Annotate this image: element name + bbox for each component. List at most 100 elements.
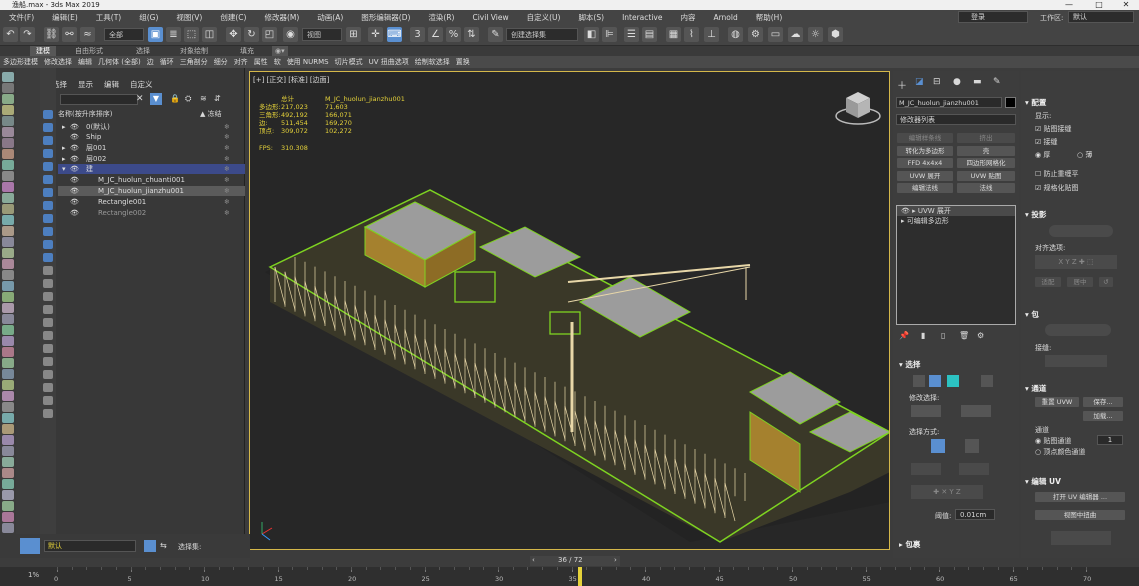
tool-icon-19[interactable] <box>2 281 14 291</box>
scene-explorer-icon[interactable]: ▤ <box>642 27 657 42</box>
menu-item-4[interactable]: 视图(V) <box>167 12 211 23</box>
modifier-button-5[interactable]: 四边形网格化 <box>957 158 1015 168</box>
tool-icon-38[interactable] <box>2 490 14 500</box>
render-online-icon[interactable]: ⬢ <box>828 27 843 42</box>
scene-tab-customize[interactable]: 自定义 <box>130 79 153 90</box>
time-slider-marker[interactable] <box>578 567 582 586</box>
thick-radio[interactable]: ◉ 厚 <box>1035 150 1050 160</box>
tool-icon-30[interactable] <box>2 402 14 412</box>
visibility-eye-icon[interactable]: 👁 <box>70 197 79 207</box>
tab-populate[interactable]: 填充 <box>240 46 254 56</box>
tool-icon-20[interactable] <box>2 292 14 302</box>
ribbon-item-9[interactable]: 属性 <box>251 57 271 67</box>
freeze-icon[interactable]: ❄ <box>224 143 230 153</box>
tool-icon-28[interactable] <box>2 380 14 390</box>
layer-dropdown[interactable]: 默认 <box>44 540 136 552</box>
tool-icon-3[interactable] <box>2 105 14 115</box>
unlink-icon[interactable]: ⚯ <box>62 27 77 42</box>
modifier-list-dropdown[interactable]: 修改器列表 <box>896 114 1016 125</box>
tool-icon-24[interactable] <box>2 336 14 346</box>
center-button[interactable]: 居中 <box>1067 277 1093 287</box>
viewport-label[interactable]: [+] [正交] [标准] [边面] <box>253 75 329 85</box>
scene-filter-icon-16[interactable] <box>43 318 53 327</box>
expand-arrow-icon[interactable]: ▾ <box>62 164 66 174</box>
tool-icon-18[interactable] <box>2 270 14 280</box>
named-selection-dropdown[interactable]: 创建选择集 <box>506 28 578 41</box>
curve-editor-icon[interactable]: ⌇ <box>684 27 699 42</box>
ribbon-item-1[interactable]: 修改选择 <box>41 57 75 67</box>
utilities-tab-icon[interactable]: ✎ <box>993 77 1001 87</box>
menu-item-2[interactable]: 工具(T) <box>87 12 130 23</box>
visibility-eye-icon[interactable]: 👁 <box>70 186 79 196</box>
col-freeze-header[interactable]: ▲ 冻结 <box>200 109 222 119</box>
ribbon-options-icon[interactable]: ◉▾ <box>272 46 288 56</box>
scene-filter-icon-12[interactable] <box>43 266 53 275</box>
scene-search-input[interactable] <box>60 94 138 105</box>
tool-icon-36[interactable] <box>2 468 14 478</box>
scene-tab-display[interactable]: 显示 <box>78 79 93 90</box>
view-cube[interactable] <box>835 92 881 125</box>
workspace-dropdown[interactable]: 默认 <box>1068 11 1134 23</box>
tool-icon-11[interactable] <box>2 193 14 203</box>
mirror-icon[interactable]: ◧ <box>584 27 599 42</box>
scene-row[interactable]: ▸ 👁 层002 ❄ <box>58 154 245 164</box>
scene-filter-icon-3[interactable] <box>43 149 53 158</box>
maxscript-listener-icon[interactable] <box>20 538 40 554</box>
tool-icon-1[interactable] <box>2 83 14 93</box>
load-button[interactable]: 加载... <box>1083 411 1123 421</box>
modifier-stack[interactable]: 👁 ▸ UVW 展开 ▸ 可编辑多边形 <box>896 205 1016 325</box>
tweak-in-view-button[interactable]: 视图中扭曲 <box>1035 510 1125 520</box>
percent-snap-icon[interactable]: % <box>446 27 461 42</box>
show-end-result-icon[interactable]: ▮ <box>921 331 925 340</box>
visibility-eye-icon[interactable]: 👁 <box>70 143 79 153</box>
hierarchy-icon[interactable]: ⛭ <box>185 94 191 104</box>
tool-icon-15[interactable] <box>2 237 14 247</box>
login-dropdown[interactable]: 登录 <box>958 11 1028 23</box>
material-editor-icon[interactable]: ◍ <box>728 27 743 42</box>
scene-filter-icon-19[interactable] <box>43 357 53 366</box>
modifier-button-3[interactable]: 壳 <box>957 145 1015 156</box>
menu-item-12[interactable]: 脚本(S) <box>569 12 613 23</box>
tool-icon-6[interactable] <box>2 138 14 148</box>
ribbon-item-11[interactable]: 使用 NURMS <box>284 57 332 67</box>
modifier-button-2[interactable]: 转化为多边形 <box>897 145 953 156</box>
tool-icon-17[interactable] <box>2 259 14 269</box>
menu-item-5[interactable]: 创建(C) <box>211 12 255 23</box>
threshold-input[interactable]: 0.01cm <box>955 509 995 520</box>
scene-filter-icon-8[interactable] <box>43 214 53 223</box>
modifier-button-0[interactable]: 编辑样条线 <box>897 133 953 143</box>
projection-header[interactable]: ▾ 投影 <box>1025 209 1046 220</box>
angle-snap-icon[interactable]: ∠ <box>428 27 443 42</box>
freeze-icon[interactable]: ❄ <box>224 186 230 196</box>
tool-icon-22[interactable] <box>2 314 14 324</box>
scene-filter-icon-11[interactable] <box>43 253 53 262</box>
render-setup-icon[interactable]: ⚙ <box>748 27 763 42</box>
scene-filter-icon-18[interactable] <box>43 344 53 353</box>
rotate-icon[interactable]: ↻ <box>244 27 259 42</box>
tool-icon-39[interactable] <box>2 501 14 511</box>
wrap-header[interactable]: ▾ 包 <box>1025 309 1039 320</box>
link-icon[interactable]: ⛓ <box>44 27 59 42</box>
visibility-eye-icon[interactable]: 👁 <box>70 132 79 142</box>
ribbon-item-4[interactable]: 边 <box>144 57 157 67</box>
lock-icon[interactable]: 🔒 <box>170 94 180 103</box>
layer-manager-icon[interactable]: ☰ <box>624 27 639 42</box>
tool-icon-37[interactable] <box>2 479 14 489</box>
vertex-mode-icon[interactable] <box>913 375 925 387</box>
select-by-seam-icon[interactable] <box>965 439 979 453</box>
fit-button[interactable]: 适配 <box>1035 277 1061 287</box>
modifier-button-7[interactable]: UVW 贴图 <box>957 170 1015 181</box>
keyboard-shortcut-icon[interactable]: ⌨ <box>387 27 402 42</box>
tool-icon-5[interactable] <box>2 127 14 137</box>
object-color-swatch[interactable] <box>1005 97 1016 108</box>
placement-icon[interactable]: ◉ <box>283 27 298 42</box>
window-crossing-icon[interactable]: ◫ <box>202 27 217 42</box>
xyz-axis-buttons[interactable]: ✚ ✕ Y Z <box>911 485 983 499</box>
scale-icon[interactable]: ◰ <box>262 27 277 42</box>
scene-filter-icon-0[interactable] <box>43 110 53 119</box>
seam-tool-icons[interactable] <box>1045 355 1107 367</box>
ribbon-item-8[interactable]: 对齐 <box>231 57 251 67</box>
tool-icon-31[interactable] <box>2 413 14 423</box>
select-by-face-icons[interactable] <box>959 463 989 475</box>
motion-tab-icon[interactable]: ● <box>953 77 961 87</box>
